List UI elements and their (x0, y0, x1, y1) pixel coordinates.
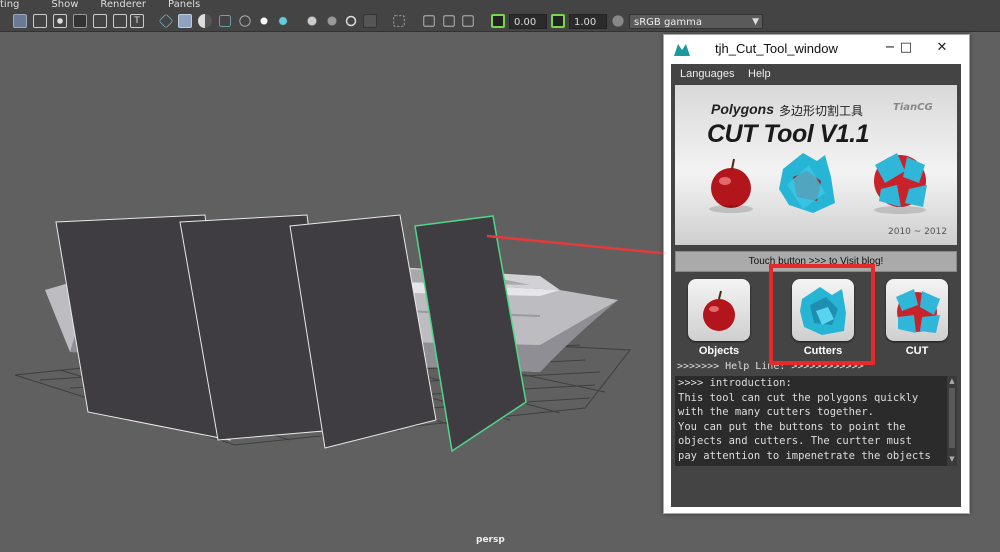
help-scrollbar[interactable]: ▲ ▼ (947, 376, 957, 466)
menu-item-rendering[interactable]: ting (0, 0, 19, 11)
menu-item-renderer[interactable]: Renderer (100, 0, 146, 11)
apple-icon (709, 158, 753, 213)
safe-title-icon[interactable]: T (130, 14, 144, 28)
window-title: tjh_Cut_Tool_window (715, 41, 838, 56)
cutters-highlight-box (769, 264, 875, 365)
wireframe-on-shaded-icon[interactable] (219, 15, 231, 27)
wireframe-icon[interactable] (158, 13, 174, 29)
ambient-occlusion-icon[interactable] (305, 14, 319, 28)
grid-icon[interactable] (13, 14, 27, 28)
banner-years: 2010 ~ 2012 (888, 227, 948, 237)
maya-app-icon (674, 44, 690, 56)
main-menubar: ting Show Renderer Panels (0, 0, 1000, 11)
tool-banner: Polygons 多边形切割工具 CUT Tool V1.1 TianCG 20… (675, 85, 957, 245)
smooth-shade-icon[interactable] (178, 14, 192, 28)
banner-artwork (709, 153, 927, 214)
xray-icon[interactable] (239, 15, 251, 27)
lights-icon[interactable] (257, 14, 271, 28)
shadows-icon[interactable] (276, 14, 290, 28)
panel-toolbar: T 0.00 1.00 sRGB gamma ▼ (0, 11, 1000, 32)
film-gate-icon[interactable] (33, 14, 47, 28)
objects-button-label: Objects (698, 345, 740, 357)
scroll-thumb[interactable] (949, 388, 955, 448)
colorspace-select[interactable]: sRGB gamma ▼ (629, 14, 763, 29)
exposure-icon[interactable] (491, 14, 505, 28)
maximize-icon[interactable]: □ (894, 38, 918, 58)
exposure-field[interactable]: 0.00 (509, 14, 547, 29)
close-icon[interactable]: ✕ (930, 38, 954, 58)
scroll-down-icon[interactable]: ▼ (948, 455, 956, 463)
menu-languages[interactable]: Languages (680, 64, 734, 84)
cutters-icon (779, 153, 835, 213)
use-default-material-icon[interactable] (198, 14, 212, 28)
safe-action-icon[interactable] (113, 14, 127, 28)
color-management-icon[interactable] (612, 15, 624, 27)
xray-joints-icon[interactable] (423, 15, 435, 27)
menu-item-panels[interactable]: Panels (168, 0, 200, 11)
anti-alias-icon[interactable] (345, 15, 357, 27)
tool-menubar: Languages Help (671, 64, 961, 84)
cut-button-label: CUT (905, 345, 929, 357)
gamma-field[interactable]: 1.00 (569, 14, 607, 29)
help-text: >>>> introduction: This tool can cut the… (678, 377, 931, 466)
colorspace-value: sRGB gamma (634, 17, 703, 28)
objects-button[interactable]: Objects (684, 279, 754, 361)
help-text-area[interactable]: >>>> introduction: This tool can cut the… (675, 376, 957, 466)
cut-apple-icon (886, 279, 948, 341)
gate-mask-icon[interactable] (73, 14, 87, 28)
camera-label: persp (476, 535, 505, 545)
isolate-select-icon[interactable] (393, 15, 405, 27)
backface-culling-icon[interactable] (462, 15, 474, 27)
menu-help[interactable]: Help (748, 64, 771, 84)
xray-active-components-icon[interactable] (443, 15, 455, 27)
cut-apple-icon (874, 153, 927, 214)
chevron-down-icon: ▼ (752, 17, 759, 27)
gamma-icon[interactable] (551, 14, 565, 28)
window-titlebar[interactable]: tjh_Cut_Tool_window − □ ✕ (664, 35, 969, 63)
field-chart-icon[interactable] (93, 14, 107, 28)
motion-blur-icon[interactable] (325, 14, 339, 28)
cut-button[interactable]: CUT (882, 279, 952, 361)
scroll-up-icon[interactable]: ▲ (948, 377, 956, 385)
cutter-planes (55, 214, 527, 453)
resolution-gate-icon[interactable] (53, 14, 67, 28)
menu-item-show[interactable]: Show (51, 0, 78, 11)
apple-icon (688, 279, 750, 341)
depth-of-field-icon[interactable] (363, 14, 377, 28)
